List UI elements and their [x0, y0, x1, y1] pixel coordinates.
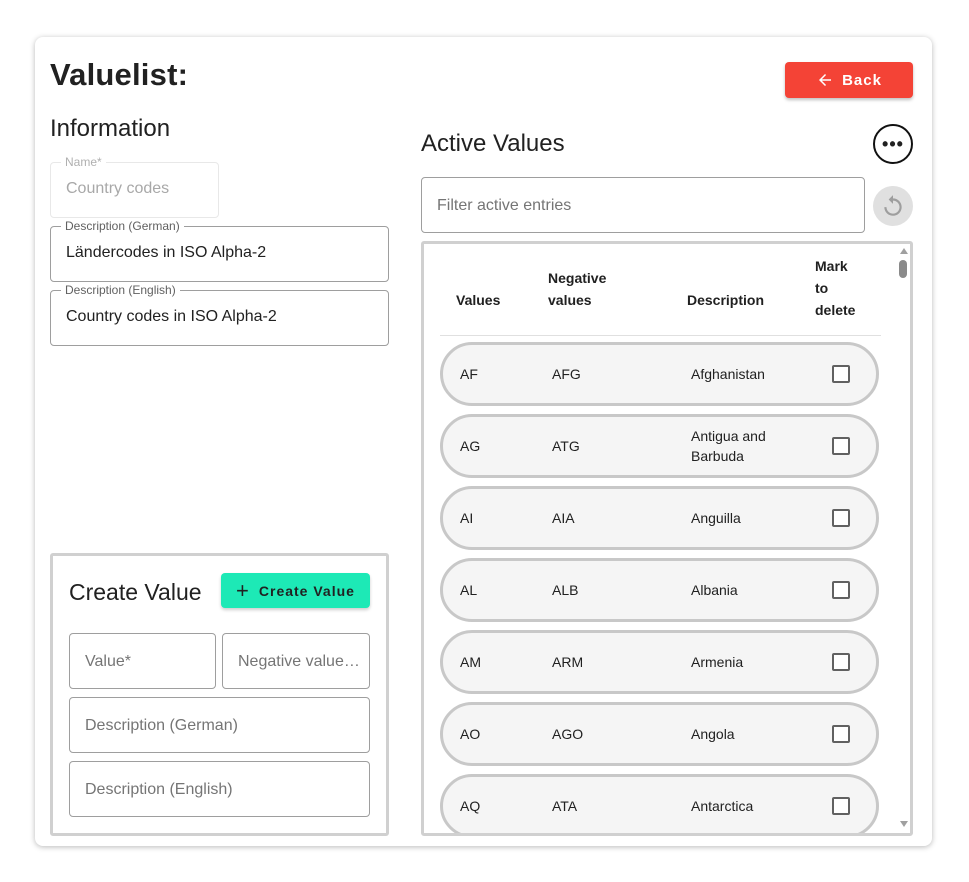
- table-header: Values Negative values Description Mark …: [440, 258, 881, 336]
- table-row[interactable]: AL ALB Albania: [440, 558, 879, 622]
- row-description: Armenia: [691, 633, 743, 691]
- refresh-button[interactable]: [873, 186, 913, 226]
- row-description-line: Antarctica: [691, 798, 754, 814]
- description-german-field[interactable]: Description (German) Ländercodes in ISO …: [50, 219, 389, 282]
- negative-value-input-placeholder: Negative value…: [238, 653, 360, 670]
- table-row[interactable]: AQ ATA Antarctica: [440, 774, 879, 833]
- arrow-left-icon: [819, 74, 832, 86]
- description-german-label: Description (German): [61, 219, 184, 233]
- row-value: AI: [460, 510, 474, 526]
- refresh-icon: [884, 195, 902, 216]
- scroll-up-arrow-icon[interactable]: [900, 248, 908, 254]
- mark-to-delete-checkbox[interactable]: [832, 581, 850, 599]
- row-description-line: Antigua and: [691, 428, 766, 444]
- row-description: Afghanistan: [691, 345, 765, 403]
- row-negative-value: ATA: [552, 798, 578, 814]
- row-negative-value: ARM: [552, 654, 584, 670]
- more-options-button[interactable]: •••: [873, 124, 913, 164]
- row-value: AM: [460, 654, 481, 670]
- row-negative-value: ATG: [552, 438, 580, 454]
- row-description-line: Angola: [691, 726, 735, 742]
- row-negative-value: AGO: [552, 726, 584, 742]
- mark-to-delete-checkbox[interactable]: [832, 797, 850, 815]
- mark-to-delete-checkbox[interactable]: [832, 653, 850, 671]
- mark-to-delete-checkbox[interactable]: [832, 509, 850, 527]
- create-description-german-input[interactable]: Description (German): [69, 697, 370, 753]
- row-description: Antarctica: [691, 777, 754, 833]
- name-field-label: Name*: [61, 155, 106, 169]
- mark-to-delete-checkbox[interactable]: [832, 437, 850, 455]
- active-values-table: Values Negative values Description Mark …: [421, 241, 913, 836]
- row-description-line: Albania: [691, 582, 738, 598]
- column-mark-line-3: delete: [815, 302, 856, 318]
- column-mark-line-2: to: [815, 280, 829, 296]
- create-value-panel: Create Value + Create Value Value* Negat…: [50, 553, 389, 836]
- description-german-value[interactable]: Ländercodes in ISO Alpha-2: [66, 244, 266, 262]
- table-row[interactable]: AF AFG Afghanistan: [440, 342, 879, 406]
- back-button-label: Back: [842, 71, 882, 89]
- row-negative-value: AIA: [552, 510, 575, 526]
- valuelist-card: Valuelist: Back Information Name* Countr…: [35, 37, 932, 846]
- filter-placeholder: Filter active entries: [437, 197, 572, 214]
- row-description: Albania: [691, 561, 738, 619]
- mark-to-delete-checkbox[interactable]: [832, 725, 850, 743]
- column-mark-to-delete: Mark to delete: [815, 255, 855, 321]
- create-description-english-input[interactable]: Description (English): [69, 761, 370, 817]
- create-description-german-placeholder: Description (German): [85, 717, 238, 734]
- column-mark-line-1: Mark: [815, 258, 848, 274]
- scrollbar-thumb[interactable]: [899, 260, 907, 278]
- row-value: AO: [460, 726, 481, 742]
- row-value: AG: [460, 438, 481, 454]
- plus-icon: +: [236, 577, 250, 603]
- row-description-line: Barbuda: [691, 448, 744, 464]
- filter-active-entries-input[interactable]: Filter active entries: [421, 177, 865, 233]
- create-description-english-placeholder: Description (English): [85, 781, 233, 798]
- description-english-label: Description (English): [61, 283, 180, 297]
- column-negative-line-2: values: [548, 292, 592, 308]
- row-negative-value: ALB: [552, 582, 579, 598]
- row-description: Angola: [691, 705, 735, 763]
- mark-to-delete-checkbox[interactable]: [832, 365, 850, 383]
- active-values-title: Active Values: [421, 130, 565, 157]
- description-english-field[interactable]: Description (English) Country codes in I…: [50, 283, 389, 346]
- table-row[interactable]: AM ARM Armenia: [440, 630, 879, 694]
- back-button[interactable]: Back: [785, 62, 913, 98]
- create-value-title: Create Value: [69, 579, 202, 605]
- column-values: Values: [456, 292, 501, 308]
- create-value-button-label: Create Value: [258, 582, 355, 599]
- row-description-line: Anguilla: [691, 510, 741, 526]
- row-description: Antigua and Barbuda: [691, 417, 766, 475]
- table-row[interactable]: AO AGO Angola: [440, 702, 879, 766]
- row-value: AF: [460, 366, 478, 382]
- column-negative-line-1: Negative: [548, 270, 607, 286]
- table-scrollbar[interactable]: [897, 244, 910, 833]
- page-title: Valuelist:: [50, 57, 189, 92]
- description-english-value[interactable]: Country codes in ISO Alpha-2: [66, 308, 277, 326]
- row-description-line: Armenia: [691, 654, 744, 670]
- row-description-line: Afghanistan: [691, 366, 765, 382]
- row-description: Anguilla: [691, 489, 741, 547]
- name-field: Name* Country codes: [50, 155, 219, 218]
- value-input-placeholder: Value*: [85, 653, 131, 670]
- information-title: Information: [50, 115, 171, 142]
- create-value-button[interactable]: + Create Value: [221, 573, 370, 608]
- name-field-value: Country codes: [66, 180, 170, 197]
- negative-value-input[interactable]: Negative value…: [222, 633, 370, 689]
- column-description: Description: [687, 292, 765, 308]
- value-input[interactable]: Value*: [69, 633, 216, 689]
- row-negative-value: AFG: [552, 366, 581, 382]
- row-value: AQ: [460, 798, 481, 814]
- row-value: AL: [460, 582, 478, 598]
- table-row[interactable]: AG ATG Antigua and Barbuda: [440, 414, 879, 478]
- more-horizontal-icon: •••: [882, 133, 904, 154]
- column-negative-values: Negative values: [548, 267, 606, 311]
- scroll-down-arrow-icon[interactable]: [900, 821, 908, 827]
- table-row[interactable]: AI AIA Anguilla: [440, 486, 879, 550]
